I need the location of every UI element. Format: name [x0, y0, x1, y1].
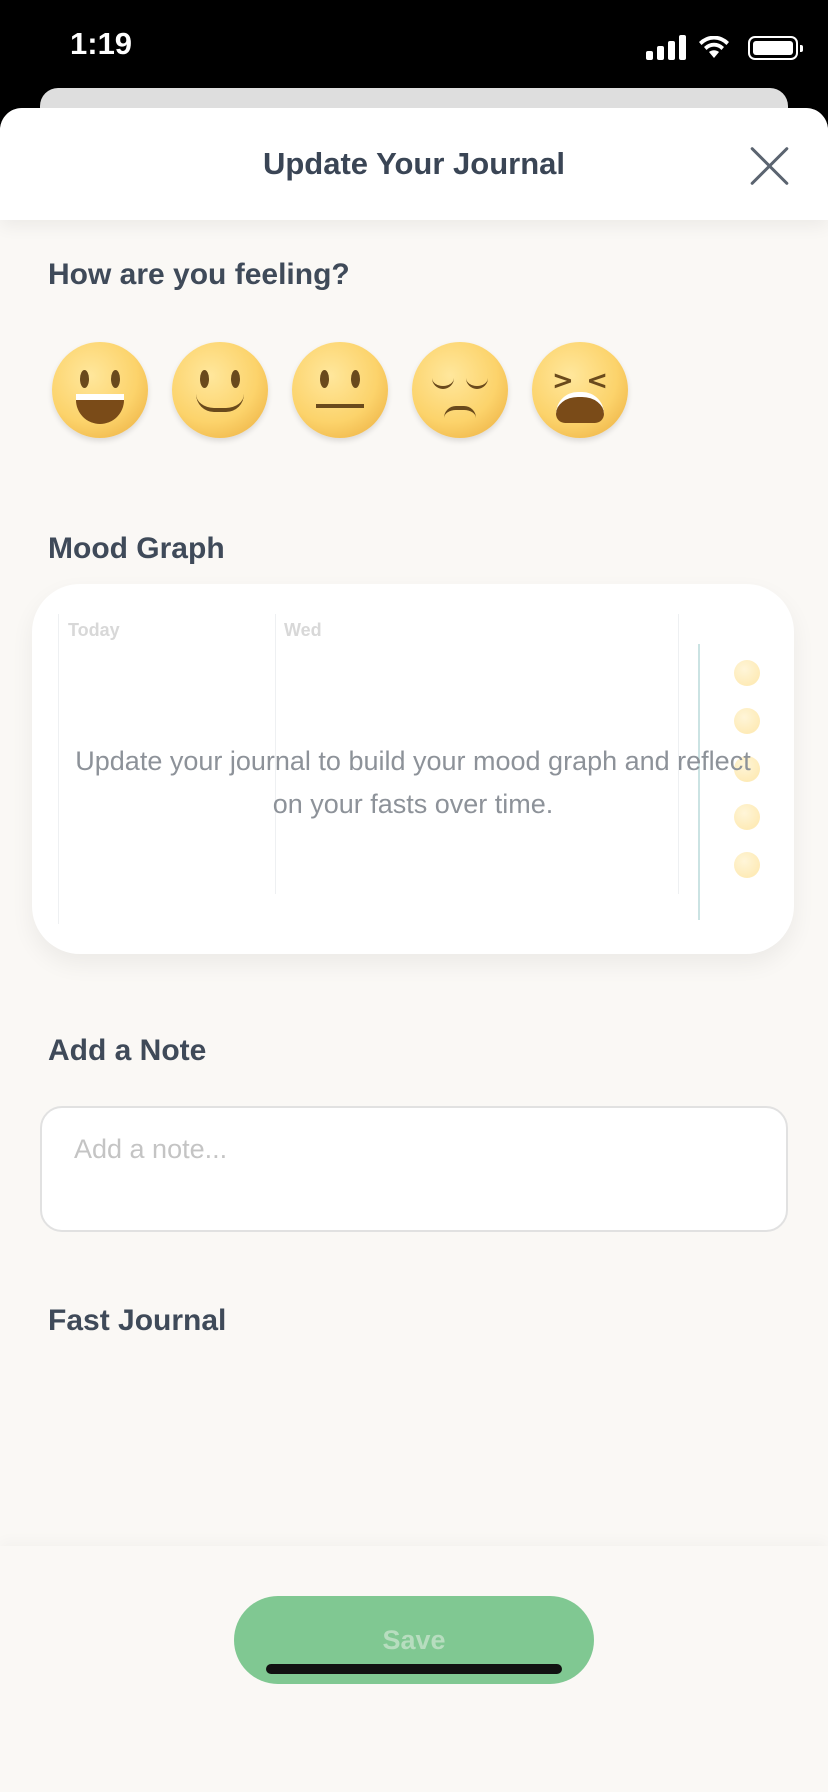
sheet-title: Update Your Journal	[262, 146, 565, 181]
feeling-title: How are you feeling?	[48, 258, 350, 291]
tired-face-icon[interactable]: > <	[532, 342, 628, 438]
mood-graph-card: Today Wed Update your journal to build y…	[32, 584, 794, 954]
mood-graph-title: Mood Graph	[48, 532, 225, 565]
grinning-face-icon[interactable]	[52, 342, 148, 438]
graph-day-label: Wed	[284, 620, 322, 640]
wifi-icon	[699, 36, 729, 58]
sheet-header: Update Your Journal	[0, 108, 828, 220]
status-icons	[646, 34, 803, 60]
cellular-signal-icon	[646, 34, 686, 60]
grinning-face-icon	[734, 660, 760, 686]
slightly-smiling-face-icon[interactable]	[172, 342, 268, 438]
tired-face-icon	[734, 852, 760, 878]
journal-sheet: Update Your Journal How are you feeling?…	[0, 108, 828, 1792]
graph-day-label: Today	[68, 620, 120, 640]
home-indicator[interactable]	[266, 1664, 562, 1674]
note-input[interactable]	[40, 1106, 788, 1232]
battery-icon	[748, 36, 803, 60]
neutral-face-icon[interactable]	[292, 342, 388, 438]
graph-empty-message: Update your journal to build your mood g…	[75, 746, 751, 819]
fast-journal-title: Fast Journal	[48, 1304, 227, 1337]
mood-selector: > <	[52, 342, 628, 438]
slightly-smiling-face-icon	[734, 708, 760, 734]
status-time: 1:19	[70, 26, 133, 61]
status-bar: 1:19	[0, 0, 828, 100]
note-title: Add a Note	[48, 1034, 207, 1067]
pensive-face-icon[interactable]	[412, 342, 508, 438]
graph-gridline	[58, 614, 59, 924]
close-icon[interactable]	[748, 144, 792, 188]
